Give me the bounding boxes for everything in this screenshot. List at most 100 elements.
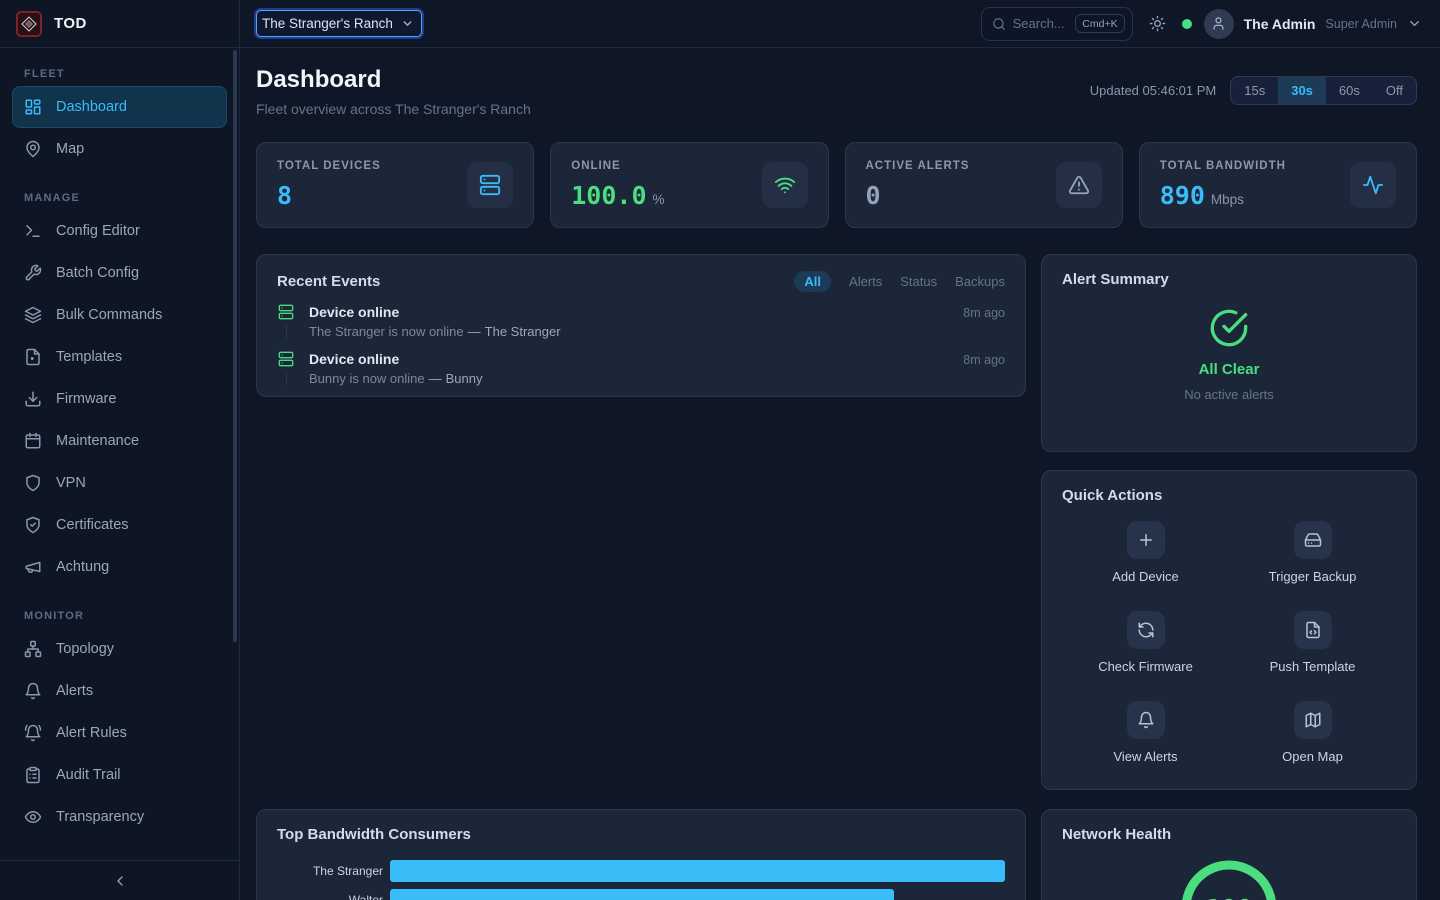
- sidebar-scrollbar[interactable]: [233, 50, 237, 642]
- wifi-icon: [762, 162, 808, 208]
- event-description: Bunny is now online: [309, 371, 425, 386]
- layers-icon: [24, 306, 42, 324]
- bell-icon: [24, 682, 42, 700]
- dashboard-grid-icon: [24, 98, 42, 116]
- map-pin-icon: [24, 140, 42, 158]
- search-input[interactable]: [1013, 16, 1069, 31]
- download-icon: [24, 390, 42, 408]
- view-alerts-button[interactable]: View Alerts: [1062, 701, 1229, 764]
- brand-name: TOD: [54, 15, 87, 32]
- filter-all[interactable]: All: [794, 271, 831, 292]
- nav-section-fleet: Fleet: [12, 62, 227, 86]
- bar-label: Walter: [277, 893, 390, 900]
- sidebar-item-label: Alerts: [56, 683, 93, 699]
- sidebar-item-label: VPN: [56, 475, 86, 491]
- network-health-panel: Network Health 100: [1041, 809, 1417, 900]
- refresh-option-30s[interactable]: 30s: [1278, 77, 1326, 104]
- sidebar: TOD Fleet Dashboard Map Manage Config Ed…: [0, 0, 240, 900]
- user-name: The Admin: [1244, 16, 1316, 32]
- search-box[interactable]: Cmd+K: [981, 7, 1133, 41]
- event-separator: —: [468, 324, 481, 339]
- refresh-option-60s[interactable]: 60s: [1326, 77, 1373, 104]
- event-row[interactable]: Device online 8m ago Bunny is now online…: [277, 351, 1005, 386]
- filter-status[interactable]: Status: [900, 274, 937, 289]
- sidebar-item-audit-trail[interactable]: Audit Trail: [12, 754, 227, 796]
- sun-icon: [1149, 15, 1166, 32]
- push-template-button[interactable]: Push Template: [1229, 611, 1396, 674]
- terminal-icon: [24, 222, 42, 240]
- sidebar-collapse-button[interactable]: [0, 860, 239, 900]
- ranch-select[interactable]: The Stranger's Ranch: [256, 10, 422, 37]
- network-icon: [24, 640, 42, 658]
- sidebar-item-label: Audit Trail: [56, 767, 120, 783]
- refresh-option-15s[interactable]: 15s: [1231, 77, 1278, 104]
- stat-value: 890: [1160, 181, 1205, 210]
- app-root: TOD Fleet Dashboard Map Manage Config Ed…: [0, 0, 1440, 900]
- event-title: Device online: [309, 351, 399, 367]
- sidebar-item-map[interactable]: Map: [12, 128, 227, 170]
- bar-label: The Stranger: [277, 864, 390, 878]
- check-firmware-button[interactable]: Check Firmware: [1062, 611, 1229, 674]
- sidebar-item-label: Certificates: [56, 517, 129, 533]
- bar-the-stranger: [390, 860, 1005, 882]
- sidebar-item-label: Bulk Commands: [56, 307, 162, 323]
- stat-label: Active Alerts: [866, 160, 970, 172]
- bar-row: Walter: [277, 889, 1005, 900]
- quick-actions-panel: Quick Actions Add Device Trigger Backup: [1041, 470, 1417, 790]
- open-map-button[interactable]: Open Map: [1229, 701, 1396, 764]
- stats-row: Total Devices 8 Online 100.0%: [256, 142, 1417, 228]
- sidebar-item-bulk-commands[interactable]: Bulk Commands: [12, 294, 227, 336]
- sidebar-nav: Fleet Dashboard Map Manage Config Editor…: [0, 48, 239, 860]
- stat-value: 100.0: [571, 181, 646, 210]
- sidebar-item-certificates[interactable]: Certificates: [12, 504, 227, 546]
- sidebar-item-topology[interactable]: Topology: [12, 628, 227, 670]
- event-title: Device online: [309, 304, 399, 320]
- quick-action-label: Open Map: [1282, 749, 1343, 764]
- bar-walter: [390, 889, 894, 900]
- nav-section-monitor: Monitor: [12, 604, 227, 628]
- calendar-icon: [24, 432, 42, 450]
- sidebar-item-alert-rules[interactable]: Alert Rules: [12, 712, 227, 754]
- filter-alerts[interactable]: Alerts: [849, 274, 882, 289]
- chevron-left-icon: [112, 873, 128, 889]
- nav-section-manage: Manage: [12, 186, 227, 210]
- search-icon: [992, 17, 1006, 31]
- quick-actions-title: Quick Actions: [1062, 487, 1396, 504]
- sidebar-item-firmware[interactable]: Firmware: [12, 378, 227, 420]
- event-device: The Stranger: [485, 324, 561, 339]
- event-row[interactable]: Device online 8m ago The Stranger is now…: [277, 304, 1005, 339]
- updated-timestamp: Updated 05:46:01 PM: [1090, 83, 1216, 98]
- alert-triangle-icon: [1056, 162, 1102, 208]
- trigger-backup-button[interactable]: Trigger Backup: [1229, 521, 1396, 584]
- sidebar-item-dashboard[interactable]: Dashboard: [12, 86, 227, 128]
- sidebar-item-templates[interactable]: Templates: [12, 336, 227, 378]
- sidebar-item-batch-config[interactable]: Batch Config: [12, 252, 227, 294]
- filter-backups[interactable]: Backups: [955, 274, 1005, 289]
- sidebar-item-alerts[interactable]: Alerts: [12, 670, 227, 712]
- sidebar-item-achtung[interactable]: Achtung: [12, 546, 227, 588]
- tod-logo-icon: [16, 11, 42, 37]
- quick-action-label: Push Template: [1270, 659, 1356, 674]
- theme-toggle-button[interactable]: [1145, 11, 1170, 36]
- quick-action-label: Check Firmware: [1098, 659, 1193, 674]
- user-icon: [1211, 16, 1226, 31]
- user-menu[interactable]: The Admin Super Admin: [1204, 9, 1422, 39]
- bell-icon: [1127, 701, 1165, 739]
- user-role: Super Admin: [1325, 17, 1397, 31]
- sidebar-item-config-editor[interactable]: Config Editor: [12, 210, 227, 252]
- sidebar-item-transparency[interactable]: Transparency: [12, 796, 227, 838]
- sidebar-item-maintenance[interactable]: Maintenance: [12, 420, 227, 462]
- sidebar-item-label: Alert Rules: [56, 725, 127, 741]
- dashboard-content: Dashboard Fleet overview across The Stra…: [240, 48, 1440, 900]
- add-device-button[interactable]: Add Device: [1062, 521, 1229, 584]
- page-title: Dashboard: [256, 66, 531, 94]
- sidebar-item-vpn[interactable]: VPN: [12, 462, 227, 504]
- sidebar-item-label: Topology: [56, 641, 114, 657]
- network-health-gauge: 100: [1062, 860, 1396, 900]
- sidebar-item-label: Firmware: [56, 391, 116, 407]
- event-time: 8m ago: [963, 353, 1005, 367]
- stat-label: Online: [571, 160, 664, 172]
- refresh-option-off[interactable]: Off: [1373, 77, 1416, 104]
- recent-events-title: Recent Events: [277, 273, 380, 290]
- sidebar-item-label: Maintenance: [56, 433, 139, 449]
